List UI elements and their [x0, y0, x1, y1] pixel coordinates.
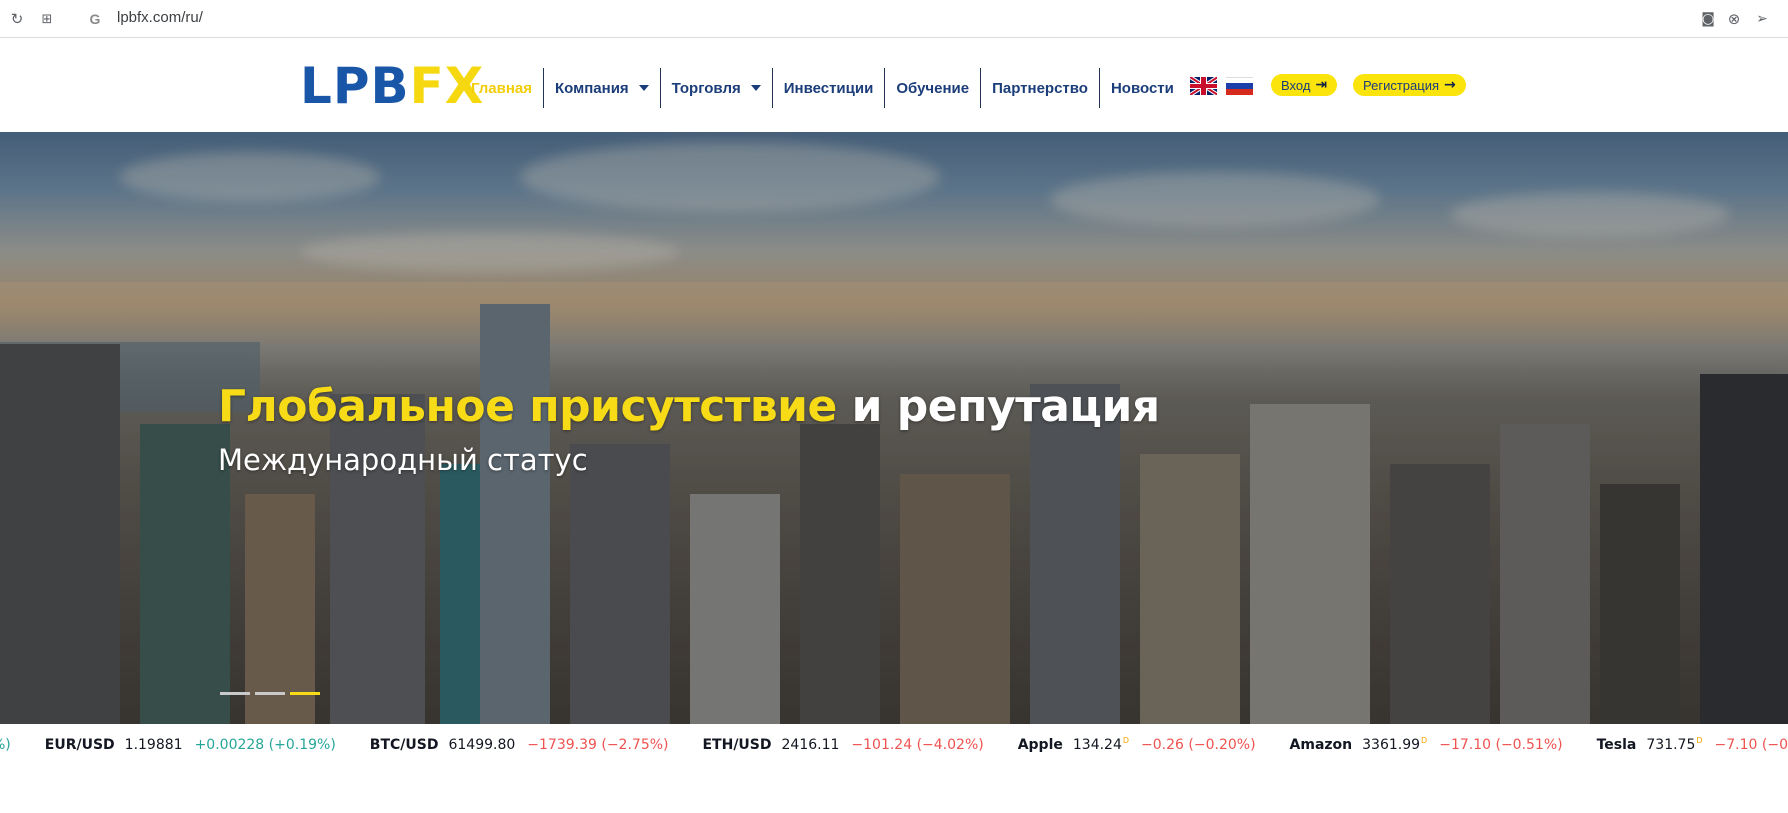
ticker-change: −1739.39 (−2.75%) — [527, 737, 669, 753]
ticker-price: 2416.11 — [781, 737, 840, 753]
ticker-symbol: Tesla — [1596, 737, 1637, 753]
ru-flag-icon[interactable] — [1226, 77, 1253, 95]
ticker-change: −101.24 (−4.02%) — [851, 737, 984, 753]
logo-lpb-text: LPB — [300, 57, 410, 115]
delayed-data-icon: D — [1696, 736, 1703, 745]
nav-item-news[interactable]: Новости — [1098, 68, 1185, 108]
nav-item-label: Компания — [555, 79, 629, 97]
delayed-data-icon: D — [1122, 736, 1130, 745]
ticker-price: 3361.99 — [1362, 737, 1421, 753]
ticker-symbol: Apple — [1017, 737, 1063, 753]
close-circle-icon[interactable]: ⊗ — [1723, 8, 1745, 30]
ticker-item[interactable]: Apple 134.24 D −0.26 (−0.20%) — [1017, 736, 1256, 753]
ticker-price: 731.75 — [1646, 737, 1696, 753]
apps-icon[interactable]: ⊞ — [36, 8, 58, 30]
nav-item-label: Партнерство — [992, 79, 1088, 97]
browser-toolbar: ↻ ⊞ G lpbfx.com/ru/ ◙ ⊗ ➢ — [0, 0, 1788, 38]
nav-item-education[interactable]: Обучение — [884, 68, 980, 108]
nav-item-label: Обучение — [896, 79, 970, 97]
hero-title-rest: и репутация — [836, 381, 1160, 432]
google-icon: G — [89, 11, 101, 27]
nav-item-partnership[interactable]: Партнерство — [980, 68, 1099, 108]
register-button[interactable]: Регистрация → — [1353, 74, 1466, 96]
ticker-item[interactable]: Amazon 3361.99 D −17.10 (−0.51%) — [1289, 736, 1563, 753]
nav-item-company[interactable]: Компания — [543, 68, 660, 108]
ticker-symbol: BTC/USD — [369, 737, 439, 753]
nav-item-label: Новости — [1110, 79, 1174, 97]
delayed-data-icon: D — [1421, 736, 1428, 745]
ticker-change: −7.10 (−0.96%) — [1714, 737, 1788, 753]
language-switcher — [1190, 77, 1253, 95]
chevron-down-icon — [750, 85, 761, 91]
login-label: Вход — [1281, 77, 1311, 93]
slider-pagination — [220, 692, 320, 695]
nav-item-label: Торговля — [671, 79, 741, 97]
ticker-price: 61499.80 — [448, 737, 516, 753]
ticker-change: −0.26 (−0.20%) — [1141, 737, 1256, 753]
slider-dot[interactable] — [255, 692, 285, 695]
address-bar[interactable]: lpbfx.com/ru/ — [117, 9, 203, 26]
nav-item-trading[interactable]: Торговля — [659, 68, 772, 108]
ticker-price: 134.24 — [1072, 737, 1122, 753]
nav-item-label: Главная — [471, 79, 533, 97]
site-header: LPB FX Главная Компания Торговля Инвестиц… — [0, 38, 1788, 132]
ticker-symbol: ETH/USD — [702, 737, 772, 753]
register-label: Регистрация — [1363, 77, 1439, 93]
login-button[interactable]: Вход ⇥ — [1271, 74, 1338, 96]
nav-item-home[interactable]: Главная — [460, 68, 543, 108]
ticker-change: −17.10 (−0.51%) — [1439, 737, 1563, 753]
ticker-item[interactable]: Tesla 731.75 D −7.10 (−0.96%) — [1596, 736, 1788, 753]
hero-title: Глобальное присутствие и репутация — [218, 381, 1160, 432]
reload-icon[interactable]: ↻ — [6, 8, 28, 30]
ticker-fragment: %) — [0, 737, 11, 753]
sign-in-icon: ⇥ — [1315, 77, 1328, 93]
slider-dot-active[interactable] — [290, 692, 320, 695]
chevron-down-icon — [638, 85, 649, 91]
camera-icon[interactable]: ◙ — [1697, 8, 1719, 30]
ticker-item[interactable]: ETH/USD 2416.11 −101.24 (−4.02%) — [702, 737, 983, 753]
ticker-item[interactable]: BTC/USD 61499.80 −1739.39 (−2.75%) — [370, 737, 669, 753]
nav-item-label: Инвестиции — [783, 79, 874, 97]
hero-title-highlight: Глобальное присутствие — [218, 381, 837, 432]
nav-item-investments[interactable]: Инвестиции — [771, 68, 885, 108]
slider-dot[interactable] — [220, 692, 250, 695]
arrow-right-icon: → — [1444, 77, 1456, 93]
hero-slider: Глобальное присутствие и репутация Между… — [0, 132, 1788, 724]
main-nav: Главная Компания Торговля Инвестиции Обу… — [460, 68, 1185, 108]
site-logo[interactable]: LPB FX — [300, 57, 484, 115]
ticker-price: 1.19881 — [124, 737, 183, 753]
send-icon[interactable]: ➢ — [1751, 8, 1773, 30]
market-ticker: %) EUR/USD 1.19881 +0.00228 (+0.19%) BTC… — [0, 724, 1788, 770]
ticker-symbol: Amazon — [1289, 737, 1353, 753]
hero-subtitle: Международный статус — [218, 443, 588, 477]
ticker-track: %) EUR/USD 1.19881 +0.00228 (+0.19%) BTC… — [0, 736, 1788, 753]
en-flag-icon[interactable] — [1190, 77, 1217, 95]
ticker-item[interactable]: EUR/USD 1.19881 +0.00228 (+0.19%) — [45, 737, 336, 753]
ticker-change: +0.00228 (+0.19%) — [194, 737, 336, 753]
ticker-symbol: EUR/USD — [44, 737, 115, 753]
